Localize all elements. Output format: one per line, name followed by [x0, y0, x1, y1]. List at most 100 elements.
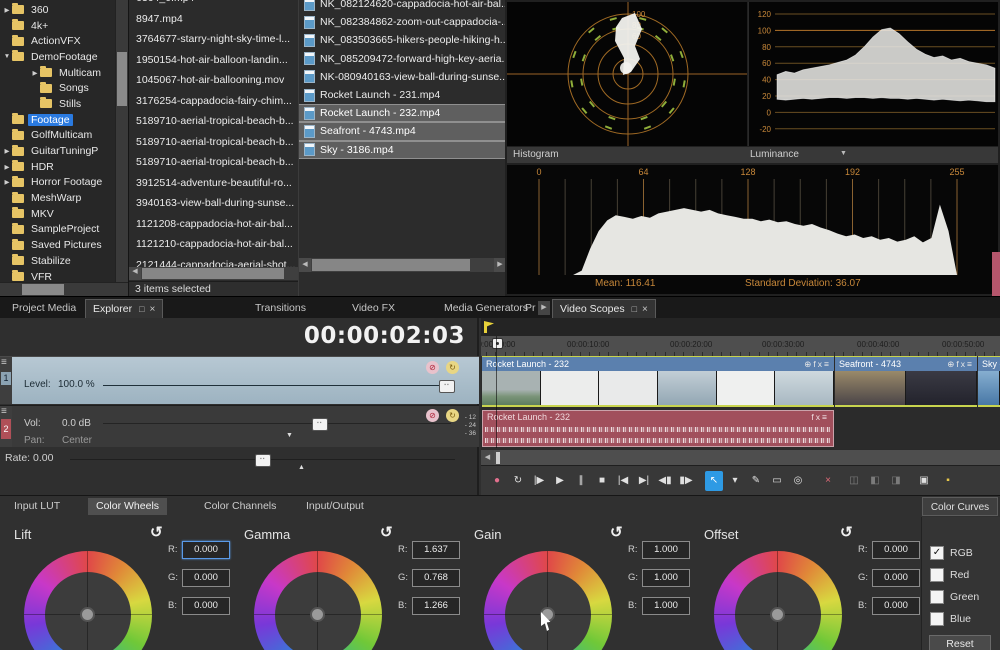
- reset-button[interactable]: Reset: [929, 635, 991, 650]
- gain-g-value[interactable]: 1.000: [642, 569, 690, 587]
- lift-b-value[interactable]: 0.000: [182, 597, 230, 615]
- media-item[interactable]: Rocket Launch - 232.mp4: [299, 104, 506, 122]
- checkbox[interactable]: [930, 568, 944, 582]
- slider-handle[interactable]: [312, 418, 328, 431]
- file-item[interactable]: 3940163-view-ball-during-sunse...: [129, 193, 298, 214]
- mute-icon[interactable]: ⊘: [426, 361, 439, 374]
- tree-vertical-scrollbar[interactable]: [115, 0, 128, 283]
- expander-down-icon[interactable]: ▼: [2, 53, 12, 60]
- tree-item-demofootage[interactable]: ▼DemoFootage: [0, 49, 112, 65]
- gamma-b-value[interactable]: 1.266: [412, 597, 460, 615]
- chevron-down-icon[interactable]: ▼: [840, 150, 847, 157]
- record-button[interactable]: ●: [488, 471, 506, 491]
- channel-rgb[interactable]: ✓RGB: [930, 545, 973, 561]
- playhead-marker[interactable]: [492, 338, 503, 349]
- track-menu-icon[interactable]: ≡: [1, 407, 11, 417]
- video-track-header[interactable]: ≡ 1 Level: 100.0 % ⊘ ↻: [0, 356, 479, 404]
- file-list-scrollbar[interactable]: ◀: [129, 267, 298, 280]
- tab-color-wheels[interactable]: Color Wheels: [88, 498, 167, 515]
- lift-g-value[interactable]: 0.000: [182, 569, 230, 587]
- channel-blue[interactable]: Blue: [930, 611, 971, 627]
- gain-b-value[interactable]: 1.000: [642, 597, 690, 615]
- go-to-end-button[interactable]: ▶|: [635, 471, 653, 491]
- color-wheel[interactable]: [714, 551, 842, 650]
- file-item[interactable]: 5189710-aerial-tropical-beach-b...: [129, 111, 298, 132]
- reset-icon[interactable]: ↺: [610, 523, 623, 541]
- reset-icon[interactable]: ↺: [840, 523, 853, 541]
- clip-icons[interactable]: ⊕fx≡: [947, 357, 974, 371]
- file-item[interactable]: 1121210-cappadocia-hot-air-bal...: [129, 234, 298, 255]
- tree-item-actionvfx[interactable]: ActionVFX: [0, 33, 112, 49]
- file-item[interactable]: 6364_0.mp4: [129, 0, 298, 9]
- audio-track-header[interactable]: ≡ 2 Vol: 0.0 dB Pan: Center ▼ ⊘ ↻ - 12- …: [0, 405, 479, 447]
- reset-icon[interactable]: ↺: [380, 523, 393, 541]
- video-clip[interactable]: Rocket Launch - 232 ⊕fx≡: [482, 356, 834, 407]
- zoom-edit-tool-button[interactable]: ◎: [789, 471, 807, 491]
- timeline-scrollbar[interactable]: ◀: [481, 449, 1000, 466]
- scrollbar-thumb[interactable]: [496, 452, 500, 464]
- rate-slider[interactable]: [70, 459, 455, 460]
- normal-edit-tool-button[interactable]: ↖: [705, 471, 723, 491]
- file-item[interactable]: 1045067-hot-air-ballooning.mov: [129, 70, 298, 91]
- video-clip[interactable]: Seafront - 4743 ⊕fx≡: [835, 356, 977, 407]
- play-button[interactable]: ▶: [551, 471, 569, 491]
- expander-right-icon[interactable]: ▶: [2, 163, 12, 171]
- next-frame-button[interactable]: ▮▶: [677, 471, 695, 491]
- slider-handle[interactable]: [255, 454, 271, 467]
- scrollbar-thumb[interactable]: [312, 259, 470, 271]
- file-item[interactable]: 8947.mp4: [129, 9, 298, 30]
- tree-item-stabilize[interactable]: Stabilize: [0, 253, 112, 269]
- tree-item-footage[interactable]: Footage: [0, 112, 112, 128]
- reset-icon[interactable]: ↺: [150, 523, 163, 541]
- color-wheel[interactable]: [254, 551, 382, 650]
- slider-handle[interactable]: [439, 380, 455, 393]
- trim-end-tool-button[interactable]: ◨: [887, 471, 905, 491]
- checkbox[interactable]: ✓: [930, 546, 944, 560]
- marker-flag-icon[interactable]: [484, 321, 494, 333]
- offset-b-value[interactable]: 0.000: [872, 597, 920, 615]
- color-wheel[interactable]: [24, 551, 152, 650]
- pause-button[interactable]: ∥: [572, 471, 590, 491]
- event-menu-icon[interactable]: ≡: [822, 412, 829, 422]
- expander-right-icon[interactable]: ▶: [2, 178, 12, 186]
- event-menu-icon[interactable]: ≡: [967, 359, 974, 369]
- file-item[interactable]: 5189710-aerial-tropical-beach-b...: [129, 152, 298, 173]
- event-fx-icon[interactable]: fx: [956, 359, 967, 369]
- tree-item-multicam[interactable]: ▶Multicam: [0, 65, 112, 81]
- file-item[interactable]: 3912514-adventure-beautiful-ro...: [129, 173, 298, 194]
- media-item[interactable]: NK_082384862-zoom-out-cappadocia-...: [299, 13, 506, 31]
- tab-video-scopes[interactable]: Video Scopes□×: [552, 299, 656, 318]
- color-wheel[interactable]: [484, 551, 612, 650]
- gamma-r-value[interactable]: 1.637: [412, 541, 460, 559]
- window-icon[interactable]: □: [632, 304, 637, 314]
- timecode-display[interactable]: 00:00:02:03: [304, 323, 465, 349]
- media-item[interactable]: NK-080940163-view-ball-during-sunse...: [299, 68, 506, 86]
- offset-g-value[interactable]: 0.000: [872, 569, 920, 587]
- tab-explorer[interactable]: Explorer□×: [85, 299, 163, 318]
- tree-horizontal-scrollbar[interactable]: [0, 282, 128, 296]
- tree-item-meshwarp[interactable]: MeshWarp: [0, 190, 112, 206]
- file-item[interactable]: 3764677-starry-night-sky-time-l...: [129, 29, 298, 50]
- file-item[interactable]: 3176254-cappadocia-fairy-chim...: [129, 91, 298, 112]
- channel-red[interactable]: Red: [930, 567, 969, 583]
- scroll-left-icon[interactable]: ◀: [129, 267, 141, 280]
- tab-pr[interactable]: Pr: [518, 299, 536, 318]
- checkbox[interactable]: [930, 590, 944, 604]
- scroll-left-icon[interactable]: ◀: [481, 450, 494, 466]
- play-from-start-button[interactable]: |▶: [530, 471, 548, 491]
- previous-frame-button[interactable]: ◀▮: [656, 471, 674, 491]
- expander-right-icon[interactable]: ▶: [2, 147, 12, 155]
- media-item[interactable]: Seafront - 4743.mp4: [299, 122, 506, 140]
- tree-item-horror-footage[interactable]: ▶Horror Footage: [0, 175, 112, 191]
- scroll-left-icon[interactable]: ◀: [299, 258, 311, 272]
- split-tool-button[interactable]: ◫: [845, 471, 863, 491]
- clip-icons[interactable]: ⊕fx≡: [804, 357, 831, 371]
- trim-start-tool-button[interactable]: ◧: [866, 471, 884, 491]
- file-item[interactable]: 1121208-cappadocia-hot-air-bal...: [129, 214, 298, 235]
- tab-input-lut[interactable]: Input LUT: [6, 498, 68, 515]
- tree-item-stills[interactable]: Stills: [0, 96, 112, 112]
- tree-item-saved-pictures[interactable]: Saved Pictures: [0, 237, 112, 253]
- level-slider[interactable]: [103, 385, 453, 386]
- expander-right-icon[interactable]: ▶: [30, 69, 40, 77]
- checkbox[interactable]: [930, 612, 944, 626]
